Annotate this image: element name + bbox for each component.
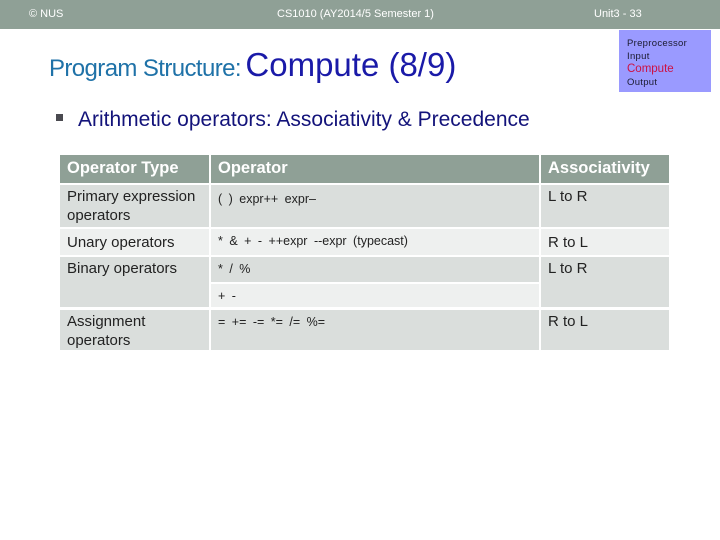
table-cell-type: Binary operators bbox=[60, 257, 209, 307]
header-operator: Operator bbox=[211, 155, 539, 183]
header-operator-type: Operator Type bbox=[60, 155, 209, 183]
slide-number: Unit3 - 33 bbox=[594, 8, 642, 20]
table-cell-associativity: R to L bbox=[541, 229, 669, 255]
table-cell-operator: = += -= *= /= %= bbox=[211, 310, 539, 350]
table-cell-type: Unary operators bbox=[60, 229, 209, 255]
table-cell-operator: * & + - ++expr --expr (typecast) bbox=[211, 229, 539, 255]
program-structure-nav: Preprocessor Input Compute Output bbox=[619, 30, 711, 92]
bullet-point: Arithmetic operators: Associativity & Pr… bbox=[56, 108, 530, 132]
table-cell-type: Primary expression operators bbox=[60, 185, 209, 227]
nav-item-output: Output bbox=[627, 77, 658, 88]
header-associativity: Associativity bbox=[541, 155, 669, 183]
bullet-text: Arithmetic operators: Associativity & Pr… bbox=[78, 108, 530, 131]
title-main: Compute (8/9) bbox=[245, 46, 457, 83]
table-cell-operator: + - bbox=[211, 284, 539, 307]
nav-item-preprocessor: Preprocessor bbox=[627, 38, 688, 49]
table-cell-operator: ( ) expr++ expr– bbox=[211, 185, 539, 227]
table-cell-type: Assignment operators bbox=[60, 310, 209, 350]
table-cell-associativity: L to R bbox=[541, 185, 669, 227]
title-prefix: Program Structure: bbox=[49, 55, 242, 82]
table-cell-operator: * / % bbox=[211, 257, 539, 282]
nav-item-input: Input bbox=[627, 51, 650, 62]
copyright-label: © NUS bbox=[29, 8, 64, 20]
nav-item-compute-current: Compute bbox=[627, 63, 674, 75]
course-label: CS1010 (AY2014/5 Semester 1) bbox=[277, 8, 434, 20]
table-cell-associativity: L to R bbox=[541, 257, 669, 307]
square-bullet-icon bbox=[56, 113, 63, 121]
slide-title: Program Structure: Compute (8/9) bbox=[49, 46, 456, 84]
slide-header-bar: © NUS CS1010 (AY2014/5 Semester 1) Unit3… bbox=[0, 0, 720, 29]
table-cell-associativity: R to L bbox=[541, 310, 669, 350]
